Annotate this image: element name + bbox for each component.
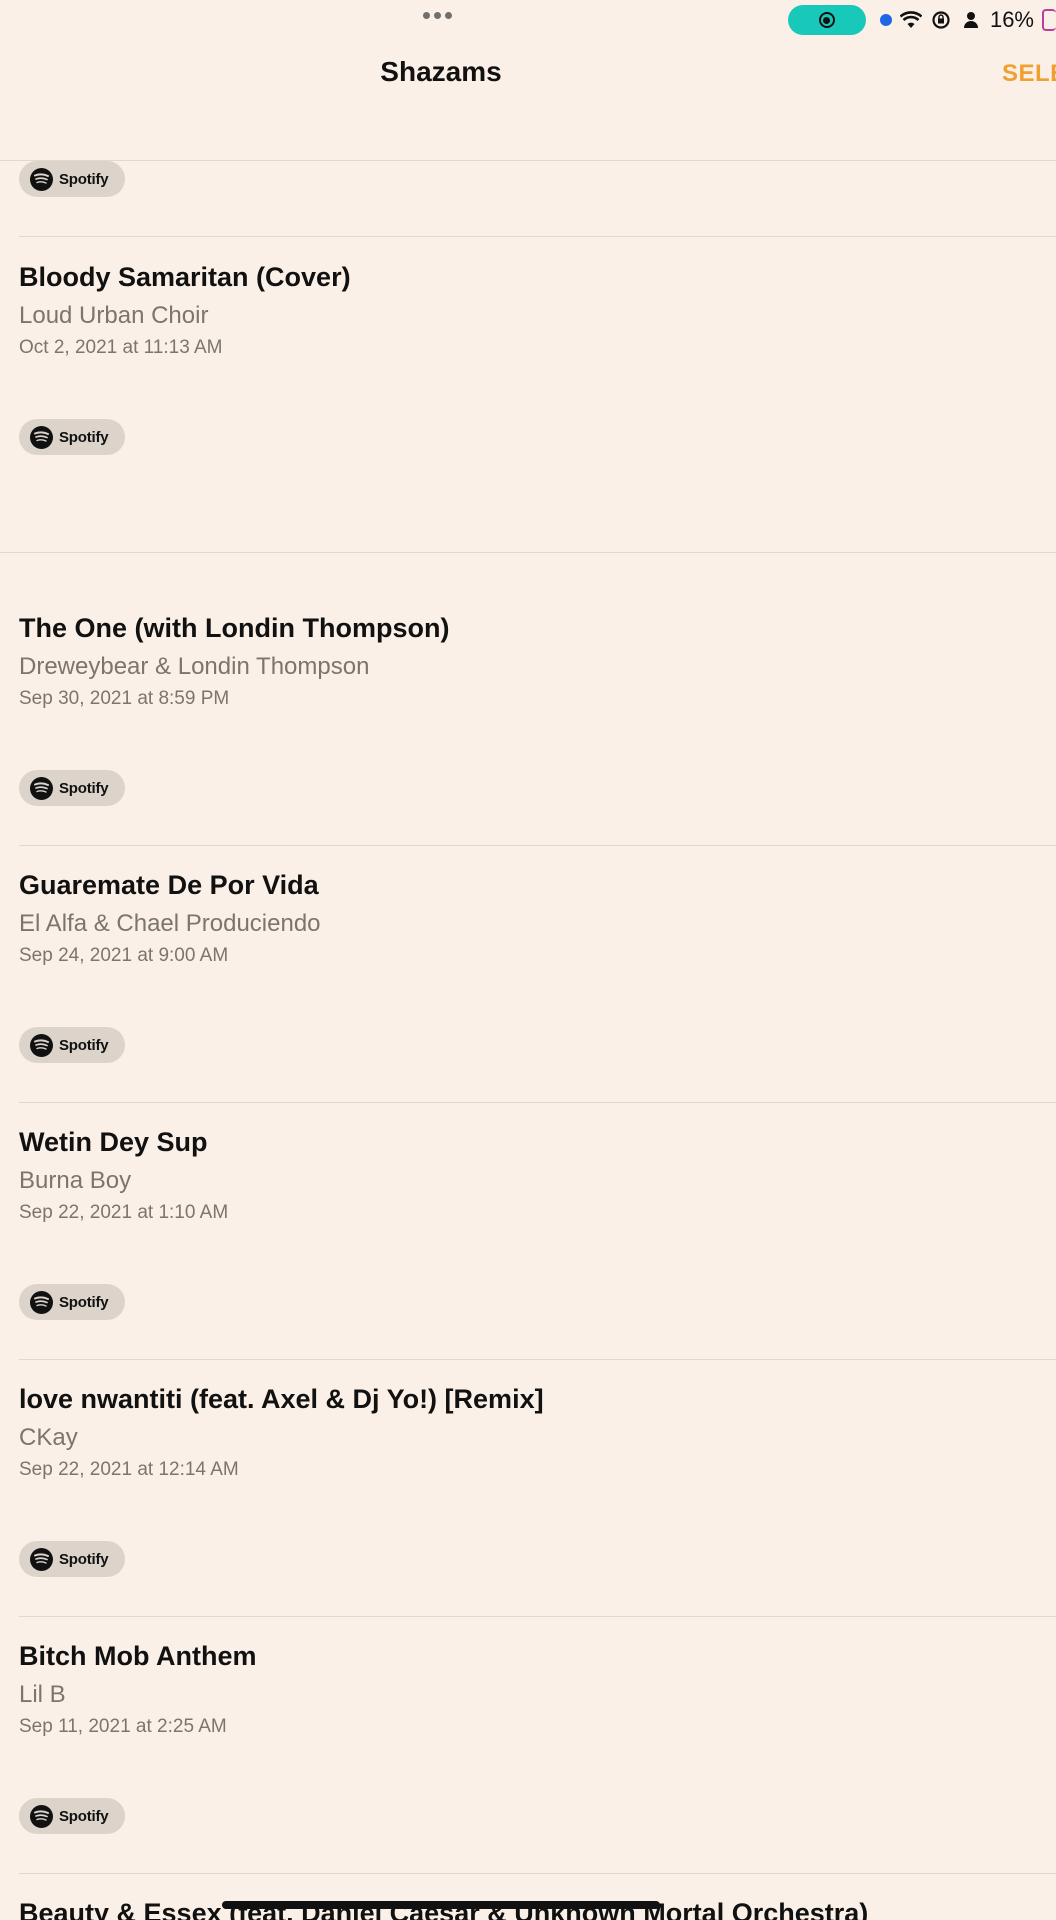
spotify-label: Spotify [59,1293,109,1311]
song-title[interactable]: Wetin Dey Sup [19,1127,208,1158]
spotify-icon [30,425,53,449]
song-title[interactable]: love nwantiti (feat. Axel & Dj Yo!) [Rem… [19,1384,544,1415]
spotify-label: Spotify [59,1036,109,1054]
battery-icon [1042,9,1056,31]
divider [19,1616,1056,1617]
spotify-icon [30,167,53,191]
song-artist: Dreweybear & Londin Thompson [19,653,370,680]
song-title[interactable]: Bitch Mob Anthem [19,1641,256,1672]
divider [0,552,1056,553]
song-date: Oct 2, 2021 at 11:13 AM [19,337,223,358]
spotify-button[interactable]: Spotify [19,1798,125,1834]
divider [0,160,1056,161]
spotify-icon [30,1290,53,1314]
spotify-button[interactable]: Spotify [19,161,125,197]
spotify-icon [30,776,53,800]
shazams-screen: 16% Shazams SELE Spotify Bloody Samarita… [0,0,1056,1920]
song-date: Sep 22, 2021 at 1:10 AM [19,1202,229,1223]
divider [19,1359,1056,1360]
screen-record-icon[interactable] [787,5,866,35]
spotify-button[interactable]: Spotify [19,1541,125,1577]
battery-percent: 16% [989,7,1034,32]
song-date: Sep 30, 2021 at 8:59 PM [19,688,230,709]
song-title[interactable]: Guaremate De Por Vida [19,870,319,901]
song-title[interactable]: Bloody Samaritan (Cover) [19,262,351,293]
spotify-label: Spotify [59,428,109,446]
divider [19,845,1056,846]
spotify-label: Spotify [59,1550,109,1568]
song-date: Sep 22, 2021 at 12:14 AM [19,1459,239,1480]
spotify-button[interactable]: Spotify [19,1027,125,1063]
song-artist: Lil B [19,1681,66,1708]
spotify-icon [30,1804,53,1828]
song-artist: Loud Urban Choir [19,302,209,329]
song-title[interactable]: The One (with Londin Thompson) [19,613,449,644]
status-bar: 16% [787,5,1056,35]
select-button[interactable]: SELE [1002,60,1056,88]
wifi-icon [899,9,922,31]
home-indicator[interactable] [222,1901,660,1909]
song-date: Sep 24, 2021 at 9:00 AM [19,945,229,966]
song-date: Sep 11, 2021 at 2:25 AM [19,1716,227,1737]
divider [19,1102,1056,1103]
orientation-lock-icon [930,9,952,31]
divider [19,1873,1056,1874]
spotify-label: Spotify [59,1807,109,1825]
spotify-label: Spotify [59,170,109,188]
spotify-label: Spotify [59,779,109,797]
song-artist: Burna Boy [19,1167,132,1194]
spotify-button[interactable]: Spotify [19,1284,125,1320]
spotify-button[interactable]: Spotify [19,770,125,806]
divider [19,236,1056,237]
spotify-icon [30,1547,53,1571]
location-indicator-icon [879,14,892,26]
multitasking-dots-icon[interactable] [423,12,452,19]
spotify-icon [30,1033,53,1057]
song-artist: CKay [19,1424,78,1451]
personal-hotspot-icon [960,9,982,31]
spotify-button[interactable]: Spotify [19,419,125,455]
song-artist: El Alfa & Chael Produciendo [19,910,321,937]
page-title: Shazams [380,56,502,87]
